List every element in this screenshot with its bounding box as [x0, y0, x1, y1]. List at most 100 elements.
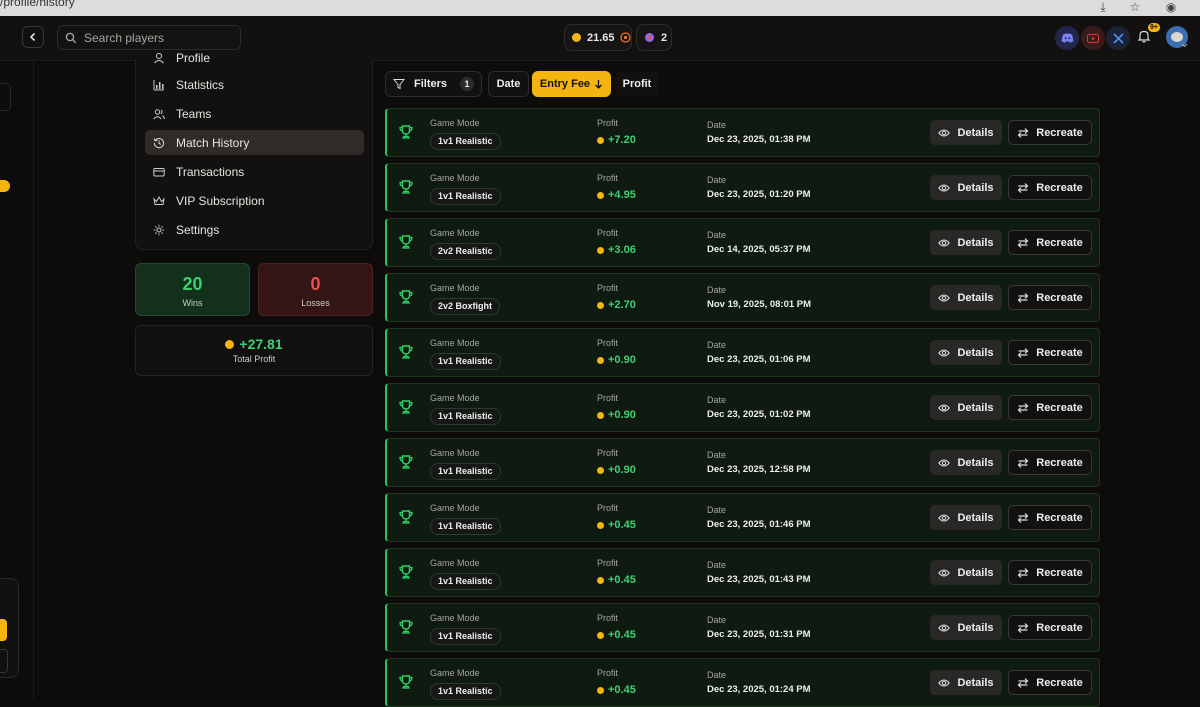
account-icon[interactable]: ◉	[1164, 0, 1178, 14]
notifications-button[interactable]: 9+	[1137, 23, 1160, 47]
details-label: Details	[957, 126, 994, 139]
details-button[interactable]: Details	[930, 505, 1002, 530]
edge-fragment-outline-button[interactable]	[0, 649, 8, 673]
details-button[interactable]: Details	[930, 120, 1002, 145]
details-button[interactable]: Details	[930, 230, 1002, 255]
recreate-button[interactable]: Recreate	[1008, 560, 1092, 585]
arrow-down-icon	[595, 80, 603, 89]
details-label: Details	[957, 181, 994, 194]
x-button[interactable]	[1106, 26, 1130, 50]
coin-icon	[597, 521, 604, 529]
balance-pill[interactable]: 21.65	[564, 24, 632, 51]
details-button[interactable]: Details	[930, 670, 1002, 695]
eye-icon	[938, 679, 951, 686]
swap-icon	[1017, 237, 1029, 248]
browser-url[interactable]: /profile/history	[0, 0, 75, 9]
profit-value: +0.90	[597, 464, 636, 476]
sidebar-item-label: Teams	[176, 106, 212, 121]
youtube-button[interactable]	[1081, 26, 1105, 50]
sidebar-item-statistics[interactable]: Statistics	[145, 72, 364, 97]
sidebar-item-settings[interactable]: Settings	[145, 217, 364, 242]
profit-label: Profit	[597, 338, 619, 348]
total-profit-card: +27.81 Total Profit	[135, 325, 373, 376]
coin-icon	[597, 411, 604, 419]
recreate-button[interactable]: Recreate	[1008, 615, 1092, 640]
date-value: Dec 23, 2025, 01:38 PM	[707, 134, 811, 145]
profit-label: Profit	[597, 613, 619, 623]
recreate-button[interactable]: Recreate	[1008, 175, 1092, 200]
recreate-button[interactable]: Recreate	[1008, 670, 1092, 695]
details-button[interactable]: Details	[930, 560, 1002, 585]
sort-date-button[interactable]: Date	[488, 71, 529, 97]
sidebar-item-teams[interactable]: Teams	[145, 101, 364, 126]
coin-icon	[597, 356, 604, 364]
details-button[interactable]: Details	[930, 175, 1002, 200]
download-icon[interactable]: ⤓	[1096, 0, 1110, 14]
game-mode-badge: 1v1 Realistic	[430, 628, 501, 645]
sidebar-item-vip-subscription[interactable]: VIP Subscription	[145, 188, 364, 213]
recreate-label: Recreate	[1036, 456, 1083, 469]
swap-icon	[1017, 127, 1029, 138]
coin-icon	[597, 191, 604, 199]
trophy-icon	[399, 675, 413, 689]
avatar-chevron-icon[interactable]	[1181, 43, 1188, 48]
swap-icon	[1017, 182, 1029, 193]
match-row: Game Mode 1v1 Realistic Profit +0.90 Dat…	[385, 383, 1100, 432]
profit-amount: +0.45	[608, 519, 636, 531]
details-button[interactable]: Details	[930, 615, 1002, 640]
youtube-icon	[1087, 33, 1099, 43]
sidebar-item-match-history[interactable]: Match History	[145, 130, 364, 155]
bar-chart-icon	[153, 79, 164, 90]
sidebar-item-profile[interactable]: Profile	[145, 52, 364, 64]
recreate-button[interactable]: Recreate	[1008, 285, 1092, 310]
edge-fragment-yellow-button[interactable]	[0, 619, 7, 641]
sidebar-item-transactions[interactable]: Transactions	[145, 159, 364, 184]
recreate-button[interactable]: Recreate	[1008, 120, 1092, 145]
add-funds-icon[interactable]	[619, 32, 631, 43]
date-label: Date	[707, 670, 727, 680]
game-mode-label: Game Mode	[430, 448, 480, 458]
recreate-button[interactable]: Recreate	[1008, 395, 1092, 420]
profit-value: +2.70	[597, 299, 636, 311]
profit-value: +0.90	[597, 409, 636, 421]
star-icon[interactable]: ☆	[1128, 0, 1142, 14]
recreate-button[interactable]: Recreate	[1008, 340, 1092, 365]
losses-label: Losses	[301, 298, 330, 308]
sort-entry-fee-button[interactable]: Entry Fee	[532, 71, 611, 97]
filter-icon	[392, 79, 405, 90]
eye-icon	[938, 459, 951, 466]
back-button[interactable]	[22, 26, 44, 48]
profit-amount: +0.90	[608, 409, 636, 421]
details-button[interactable]: Details	[930, 285, 1002, 310]
details-label: Details	[957, 236, 994, 249]
coin-icon	[597, 576, 604, 584]
profit-amount: +4.95	[608, 189, 636, 201]
discord-button[interactable]	[1055, 26, 1079, 50]
search-input[interactable]	[82, 29, 236, 46]
recreate-button[interactable]: Recreate	[1008, 230, 1092, 255]
card-icon	[153, 167, 165, 176]
coin-icon	[597, 246, 604, 254]
filters-button[interactable]: Filters 1	[385, 71, 482, 97]
match-row: Game Mode 1v1 Realistic Profit +0.90 Dat…	[385, 438, 1100, 487]
details-label: Details	[957, 401, 994, 414]
total-profit-value: +27.81	[239, 336, 283, 352]
game-mode-badge: 1v1 Realistic	[430, 408, 501, 425]
search-box[interactable]	[57, 25, 241, 50]
eye-icon	[938, 239, 951, 246]
date-value: Dec 23, 2025, 01:20 PM	[707, 189, 811, 200]
details-button[interactable]: Details	[930, 340, 1002, 365]
recreate-button[interactable]: Recreate	[1008, 450, 1092, 475]
sort-profit-button[interactable]: Profit	[615, 71, 659, 97]
x-icon	[1112, 32, 1124, 44]
date-value: Dec 23, 2025, 01:43 PM	[707, 574, 811, 585]
details-button[interactable]: Details	[930, 450, 1002, 475]
details-button[interactable]: Details	[930, 395, 1002, 420]
game-mode-badge: 1v1 Realistic	[430, 133, 501, 150]
avatar-image	[1171, 32, 1183, 42]
recreate-button[interactable]: Recreate	[1008, 505, 1092, 530]
coin-icon	[597, 686, 604, 694]
edge-fragment-card	[0, 578, 19, 678]
tickets-pill[interactable]: 2	[636, 24, 672, 51]
swap-icon	[1017, 677, 1029, 688]
